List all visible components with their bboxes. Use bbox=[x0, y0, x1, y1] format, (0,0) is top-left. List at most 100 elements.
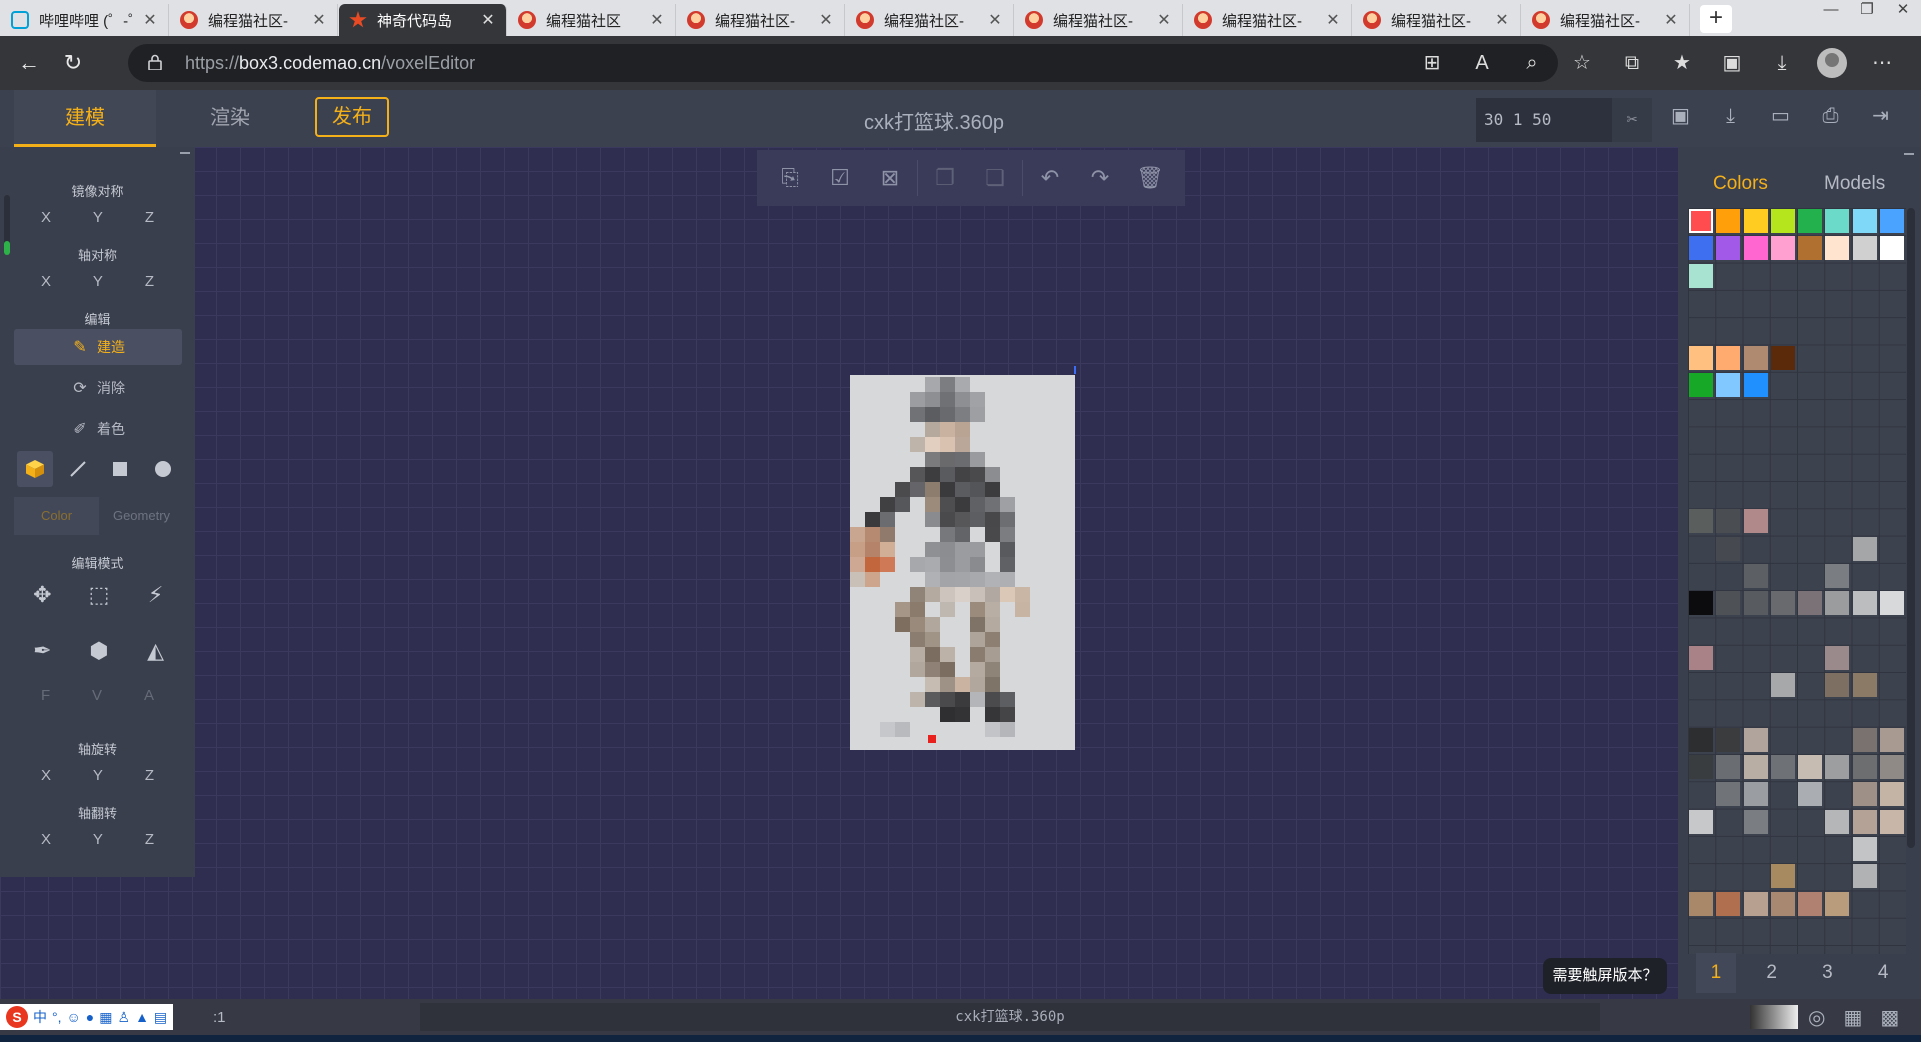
scissors-icon[interactable]: ✂ bbox=[1612, 98, 1652, 142]
tab-color[interactable]: Color bbox=[14, 497, 99, 535]
color-swatch[interactable] bbox=[1770, 209, 1795, 233]
color-swatch[interactable] bbox=[1716, 591, 1741, 616]
download-icon[interactable]: ⤓ bbox=[1718, 104, 1743, 129]
color-swatch[interactable] bbox=[1689, 891, 1713, 916]
browser-tab[interactable]: 哔哩哔哩 (゜-゜ ✕ bbox=[1, 4, 169, 36]
color-swatch[interactable] bbox=[1689, 345, 1713, 370]
color-swatch[interactable] bbox=[1689, 372, 1713, 397]
browser-tab[interactable]: 编程猫社区- ✕ bbox=[1353, 4, 1521, 36]
color-swatch[interactable] bbox=[1689, 263, 1713, 288]
browser-tab[interactable]: 编程猫社区- ✕ bbox=[677, 4, 845, 36]
color-swatch[interactable] bbox=[1689, 727, 1713, 752]
color-swatch[interactable] bbox=[1743, 209, 1768, 233]
close-tab-icon[interactable]: ✕ bbox=[987, 10, 1003, 30]
box-select-icon[interactable]: ⬚ bbox=[81, 577, 117, 613]
color-swatch[interactable] bbox=[1770, 891, 1795, 916]
cube-shape-button[interactable] bbox=[17, 451, 54, 487]
color-swatch[interactable] bbox=[1825, 809, 1850, 834]
profile-avatar[interactable] bbox=[1817, 48, 1847, 78]
flip-y[interactable]: Y bbox=[93, 831, 103, 848]
target-icon[interactable]: ◎ bbox=[1808, 1005, 1825, 1030]
eyedropper-icon[interactable]: ✒ bbox=[24, 633, 60, 669]
open-folder-icon[interactable]: ▭ bbox=[1768, 104, 1793, 129]
color-swatch[interactable] bbox=[1798, 591, 1822, 616]
color-swatch[interactable] bbox=[1879, 236, 1904, 261]
color-swatch[interactable] bbox=[1743, 755, 1768, 779]
color-swatch[interactable] bbox=[1770, 673, 1795, 698]
color-swatch[interactable] bbox=[1770, 591, 1795, 616]
restore-icon[interactable]: ❐ bbox=[1849, 0, 1885, 24]
color-swatch[interactable] bbox=[1689, 755, 1713, 779]
page-2[interactable]: 2 bbox=[1752, 953, 1792, 993]
color-swatch[interactable] bbox=[1825, 591, 1850, 616]
color-swatch[interactable] bbox=[1743, 509, 1768, 534]
more-icon[interactable]: ⋯ bbox=[1867, 48, 1897, 78]
close-tab-icon[interactable]: ✕ bbox=[142, 10, 158, 30]
color-swatch[interactable] bbox=[1798, 209, 1822, 233]
browser-tab[interactable]: 编程猫社区- ✕ bbox=[1015, 4, 1183, 36]
color-swatch[interactable] bbox=[1716, 536, 1741, 561]
dense-grid-icon[interactable]: ▩ bbox=[1880, 1005, 1899, 1030]
color-swatch[interactable] bbox=[1743, 345, 1768, 370]
circle-shape-button[interactable] bbox=[145, 451, 181, 487]
close-tab-icon[interactable]: ✕ bbox=[818, 10, 834, 30]
mirror-z[interactable]: Z bbox=[145, 209, 154, 226]
selected-color-swatch[interactable] bbox=[1689, 209, 1713, 233]
color-swatch[interactable] bbox=[1743, 809, 1768, 834]
color-swatch[interactable] bbox=[1770, 345, 1795, 370]
close-tab-icon[interactable]: ✕ bbox=[649, 10, 665, 30]
add-favorite-icon[interactable]: ☆ bbox=[1567, 48, 1597, 78]
color-swatch[interactable] bbox=[1716, 755, 1741, 779]
browser-tab[interactable]: 神奇代码岛 ✕ bbox=[339, 4, 507, 36]
color-swatch[interactable] bbox=[1852, 236, 1877, 261]
color-swatch[interactable] bbox=[1716, 372, 1741, 397]
exit-icon[interactable]: ⇥ bbox=[1868, 104, 1893, 129]
collapse-icon[interactable] bbox=[180, 152, 190, 154]
rotate-z[interactable]: Z bbox=[145, 767, 154, 784]
publish-button[interactable]: 发布 bbox=[315, 97, 389, 137]
color-swatch[interactable] bbox=[1879, 809, 1904, 834]
delete-icon[interactable]: 🗑 bbox=[1125, 165, 1175, 191]
voxel-model[interactable] bbox=[850, 375, 1075, 750]
browser-tab[interactable]: 编程猫社区- ✕ bbox=[1522, 4, 1690, 36]
color-swatch[interactable] bbox=[1879, 755, 1904, 779]
new-tab-button[interactable]: + bbox=[1700, 5, 1732, 33]
erase-button[interactable]: ⟳ 消除 bbox=[14, 370, 182, 406]
color-swatch[interactable] bbox=[1716, 509, 1741, 534]
color-swatch[interactable] bbox=[1852, 673, 1877, 698]
color-swatch[interactable] bbox=[1743, 563, 1768, 588]
color-swatch[interactable] bbox=[1879, 591, 1904, 616]
page-1[interactable]: 1 bbox=[1695, 953, 1736, 993]
color-swatch[interactable] bbox=[1743, 236, 1768, 261]
magic-wand-icon[interactable]: ⚡ bbox=[138, 577, 174, 613]
collections-icon[interactable]: ▣ bbox=[1717, 48, 1747, 78]
paint-button[interactable]: ✐ 着色 bbox=[14, 411, 182, 447]
page-3[interactable]: 3 bbox=[1807, 953, 1847, 993]
color-swatch[interactable] bbox=[1689, 591, 1713, 616]
axis-sym-z[interactable]: Z bbox=[145, 273, 154, 290]
color-swatch[interactable] bbox=[1716, 782, 1741, 807]
page-4[interactable]: 4 bbox=[1863, 953, 1903, 993]
color-swatch[interactable] bbox=[1770, 236, 1795, 261]
option-a[interactable]: A bbox=[144, 687, 154, 704]
close-tab-icon[interactable]: ✕ bbox=[311, 10, 327, 30]
close-tab-icon[interactable]: ✕ bbox=[1325, 10, 1341, 30]
color-swatch[interactable] bbox=[1743, 782, 1768, 807]
square-shape-button[interactable] bbox=[102, 451, 138, 487]
downloads-icon[interactable]: ⤓ bbox=[1767, 48, 1797, 78]
color-swatch[interactable] bbox=[1716, 345, 1741, 370]
rotate-y[interactable]: Y bbox=[93, 767, 103, 784]
flip-x[interactable]: X bbox=[41, 831, 51, 848]
option-v[interactable]: V bbox=[92, 687, 102, 704]
duplicate-icon[interactable]: ❐ bbox=[920, 165, 970, 191]
refresh-icon[interactable]: ↻ bbox=[58, 48, 88, 78]
color-swatch[interactable] bbox=[1852, 536, 1877, 561]
color-swatch[interactable] bbox=[1798, 236, 1822, 261]
color-swatch[interactable] bbox=[1879, 209, 1904, 233]
color-swatch[interactable] bbox=[1689, 809, 1713, 834]
grid-icon[interactable]: ▦ bbox=[1843, 1005, 1862, 1030]
color-swatch[interactable] bbox=[1825, 563, 1850, 588]
close-tab-icon[interactable]: ✕ bbox=[1156, 10, 1172, 30]
redo-icon[interactable]: ↷ bbox=[1075, 165, 1125, 191]
color-swatch[interactable] bbox=[1689, 645, 1713, 670]
